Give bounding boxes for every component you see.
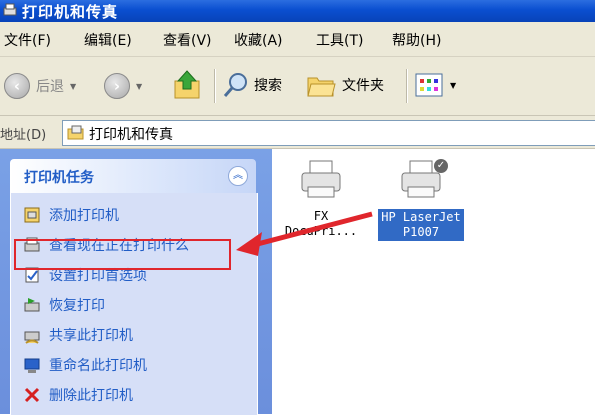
highlight-annotation [14, 239, 231, 270]
task-label: 删除此打印机 [49, 388, 133, 404]
forward-button[interactable]: › ▼ [104, 73, 142, 99]
printer-tasks-list: 添加打印机 查看现在正在打印什么 设置打印首选项 恢复打印 共享此打印机 重命名… [10, 193, 258, 415]
search-button[interactable]: 搜索 [222, 71, 282, 99]
delete-icon [24, 387, 40, 403]
back-label: 后退 [36, 79, 64, 95]
default-check-icon: ✓ [434, 159, 448, 173]
title-bar: 打印机和传真 [0, 0, 595, 22]
add-printer-icon [24, 207, 40, 223]
address-folder-icon [67, 125, 84, 140]
task-rename-printer[interactable]: 重命名此打印机 [23, 355, 147, 375]
back-dropdown-icon[interactable]: ▼ [70, 82, 76, 91]
printer-name: FX DocuPri... [276, 209, 366, 239]
task-resume-printing[interactable]: 恢复打印 [23, 295, 105, 315]
printer-item-hp[interactable]: ✓ HP LaserJet P1007 [376, 157, 466, 241]
address-bar: 地址(D) 打印机和传真 [0, 116, 595, 149]
task-label: 共享此打印机 [49, 328, 133, 344]
address-input[interactable]: 打印机和传真 [62, 120, 595, 146]
menu-file[interactable]: 文件(F) [4, 30, 51, 50]
folders-label: 文件夹 [342, 78, 384, 94]
folders-button[interactable]: 文件夹 [306, 71, 384, 99]
folders-icon [307, 77, 336, 97]
printer-tasks-panel: 打印机任务 ︽ 添加打印机 查看现在正在打印什么 设置打印首选项 恢复打印 共享… [10, 159, 258, 415]
menu-help[interactable]: 帮助(H) [392, 30, 441, 50]
printer-name-line1: HP LaserJet [381, 210, 461, 224]
search-label: 搜索 [254, 78, 282, 94]
views-dropdown-icon[interactable]: ▼ [450, 81, 456, 90]
up-button[interactable] [172, 69, 202, 101]
printer-name-line1: FX [313, 209, 329, 223]
menu-favorites[interactable]: 收藏(A) [234, 30, 283, 50]
printer-name: HP LaserJet P1007 [378, 209, 464, 241]
collapse-icon[interactable]: ︽ [228, 166, 248, 186]
rename-printer-icon [24, 358, 40, 373]
task-delete-printer[interactable]: 删除此打印机 [23, 385, 133, 405]
search-icon [223, 73, 247, 97]
address-value: 打印机和传真 [89, 127, 173, 143]
toolbar-separator [214, 69, 216, 103]
toolbar: ‹ 后退 ▼ › ▼ 搜索 文件夹 ▼ [0, 57, 595, 116]
printer-tasks-header[interactable]: 打印机任务 ︽ [10, 159, 256, 193]
window-icon [3, 3, 17, 16]
task-label: 重命名此打印机 [49, 358, 147, 374]
task-add-printer[interactable]: 添加打印机 [23, 205, 119, 225]
printer-item-fx[interactable]: FX DocuPri... [276, 157, 366, 239]
back-arrow-icon: ‹ [4, 73, 30, 99]
forward-dropdown-icon[interactable]: ▼ [136, 82, 142, 91]
up-folder-icon [174, 70, 200, 99]
task-share-printer[interactable]: 共享此打印机 [23, 325, 133, 345]
forward-arrow-icon: › [104, 73, 130, 99]
menu-tools[interactable]: 工具(T) [316, 30, 363, 50]
address-label: 地址(D) [0, 128, 47, 143]
printer-list: FX DocuPri... ✓ HP LaserJet P1007 [272, 149, 595, 414]
menu-edit[interactable]: 编辑(E) [84, 30, 132, 50]
task-pane: 打印机任务 ︽ 添加打印机 查看现在正在打印什么 设置打印首选项 恢复打印 共享… [0, 149, 272, 415]
window-title: 打印机和传真 [22, 3, 119, 21]
toolbar-separator [406, 69, 408, 103]
printer-name-line2: DocuPri... [284, 224, 358, 238]
task-label: 添加打印机 [49, 208, 119, 224]
menu-bar: 文件(F) 编辑(E) 查看(V) 收藏(A) 工具(T) 帮助(H) [0, 22, 595, 57]
printer-name-line2: P1007 [402, 225, 440, 239]
views-icon [415, 73, 443, 97]
share-printer-icon [24, 331, 40, 344]
views-button[interactable]: ▼ [414, 71, 456, 99]
printer-icon [301, 160, 341, 198]
task-label: 恢复打印 [49, 298, 105, 314]
back-button[interactable]: ‹ 后退 ▼ [4, 73, 76, 99]
printer-tasks-title: 打印机任务 [24, 170, 94, 186]
menu-view[interactable]: 查看(V) [163, 30, 212, 50]
resume-printing-icon [24, 298, 40, 312]
